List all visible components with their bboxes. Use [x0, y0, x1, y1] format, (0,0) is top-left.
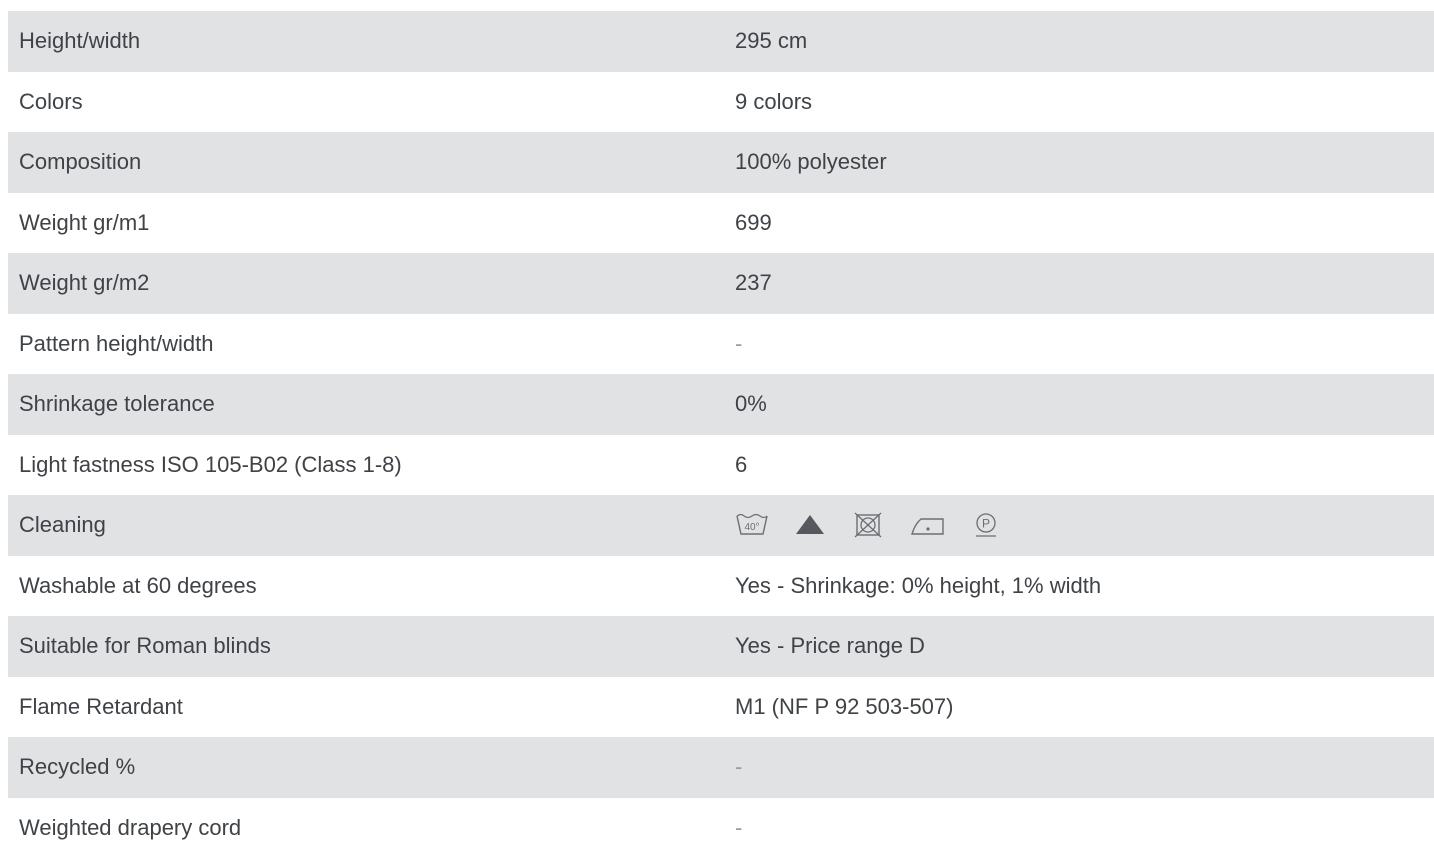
spec-label: Recycled % — [8, 754, 735, 780]
spec-label: Composition — [8, 149, 735, 175]
spec-row-flame-retardant: Flame Retardant M1 (NF P 92 503-507) — [8, 677, 1434, 738]
spec-row-weight-m2: Weight gr/m2 237 — [8, 253, 1434, 314]
spec-label: Weight gr/m1 — [8, 210, 735, 236]
spec-label: Light fastness ISO 105-B02 (Class 1-8) — [8, 452, 735, 478]
spec-value: 295 cm — [735, 28, 1434, 54]
wash-40-icon: 40° — [735, 512, 769, 538]
spec-row-height-width: Height/width 295 cm — [8, 11, 1434, 72]
dry-clean-letter: P — [982, 517, 990, 531]
spec-value: Yes - Shrinkage: 0% height, 1% width — [735, 573, 1434, 599]
iron-icon — [909, 512, 947, 538]
spec-value: 237 — [735, 270, 1434, 296]
spec-value: 40° — [735, 512, 1434, 538]
spec-value: 100% polyester — [735, 149, 1434, 175]
spec-value: 9 colors — [735, 89, 1434, 115]
spec-value: - — [735, 331, 1434, 357]
spec-row-pattern: Pattern height/width - — [8, 314, 1434, 375]
spec-label: Colors — [8, 89, 735, 115]
spec-value: 699 — [735, 210, 1434, 236]
spec-label: Height/width — [8, 28, 735, 54]
spec-row-roman-blinds: Suitable for Roman blinds Yes - Price ra… — [8, 616, 1434, 677]
spec-row-light-fastness: Light fastness ISO 105-B02 (Class 1-8) 6 — [8, 435, 1434, 496]
care-icons: 40° — [735, 512, 1434, 538]
dry-clean-p-icon: P — [971, 512, 1001, 538]
spec-value: - — [735, 815, 1434, 841]
spec-table: Height/width 295 cm Colors 9 colors Comp… — [8, 11, 1434, 858]
spec-label: Suitable for Roman blinds — [8, 633, 735, 659]
spec-label: Washable at 60 degrees — [8, 573, 735, 599]
spec-row-drapery-cord: Weighted drapery cord - — [8, 798, 1434, 858]
spec-label: Weighted drapery cord — [8, 815, 735, 841]
spec-label: Weight gr/m2 — [8, 270, 735, 296]
spec-row-cleaning: Cleaning 40° — [8, 495, 1434, 556]
spec-row-recycled: Recycled % - — [8, 737, 1434, 798]
spec-row-shrinkage: Shrinkage tolerance 0% — [8, 374, 1434, 435]
spec-label: Pattern height/width — [8, 331, 735, 357]
do-not-tumble-dry-icon — [851, 512, 885, 538]
spec-row-composition: Composition 100% polyester — [8, 132, 1434, 193]
spec-row-colors: Colors 9 colors — [8, 72, 1434, 133]
spec-row-weight-m1: Weight gr/m1 699 — [8, 193, 1434, 254]
spec-value: Yes - Price range D — [735, 633, 1434, 659]
spec-value: 6 — [735, 452, 1434, 478]
wash-temp-label: 40° — [744, 522, 759, 533]
spec-label: Shrinkage tolerance — [8, 391, 735, 417]
spec-value: 0% — [735, 391, 1434, 417]
spec-row-washable-60: Washable at 60 degrees Yes - Shrinkage: … — [8, 556, 1434, 617]
spec-value: M1 (NF P 92 503-507) — [735, 694, 1434, 720]
bleach-triangle-icon — [793, 512, 827, 538]
spec-label: Flame Retardant — [8, 694, 735, 720]
spec-value: - — [735, 754, 1434, 780]
spec-label: Cleaning — [8, 512, 735, 538]
